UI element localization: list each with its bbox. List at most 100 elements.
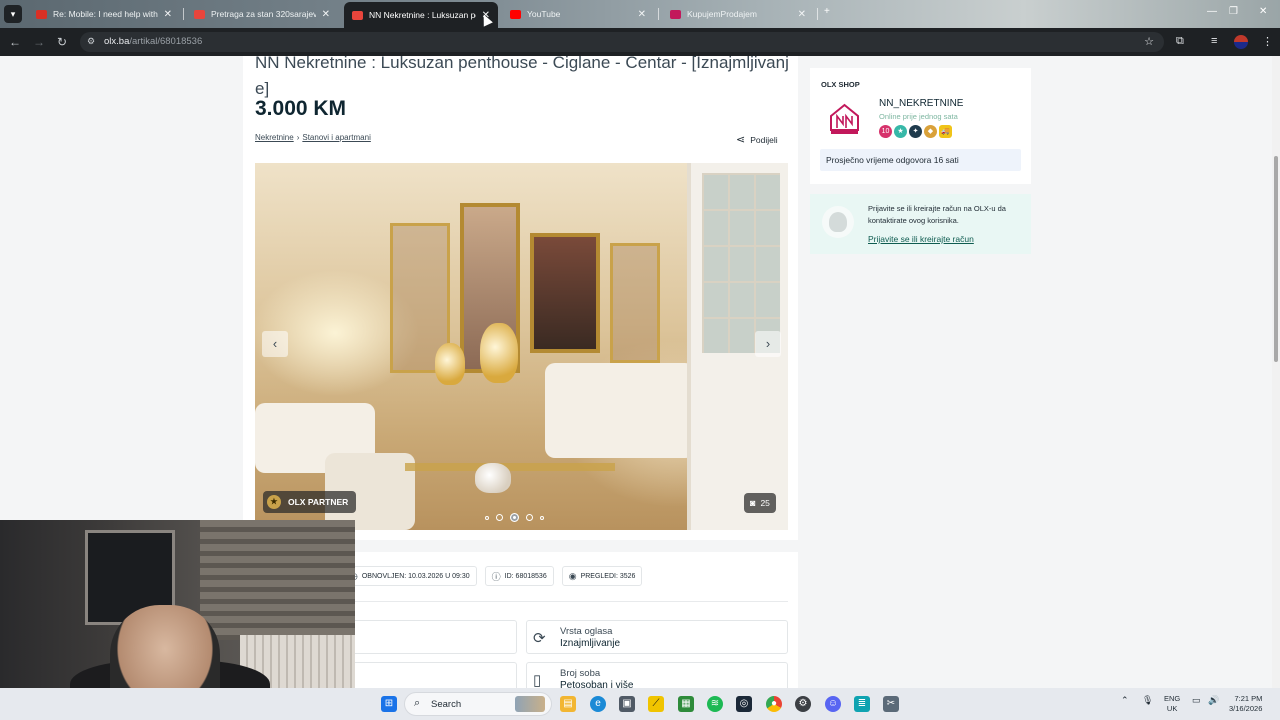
next-photo-button[interactable]: › <box>755 331 781 357</box>
share-button[interactable]: ⋖ Podijeli <box>736 133 778 146</box>
renewed-text: OBNOVLJEN: 10.03.2026 U 09:30 <box>361 572 470 580</box>
reload-icon[interactable]: ↻ <box>57 35 67 49</box>
bookmark-star-icon[interactable]: ☆ <box>1144 35 1154 48</box>
seller-badges: 10 ★ ✦ ◆ 🚚 <box>879 125 952 138</box>
tab-gmail[interactable]: Re: Mobile: I need help with [se ✕ <box>28 3 180 25</box>
address-bar-row: ← → ↻ ⚙ olx.ba/artikal/68018536 ☆ ⧉ ≡ ⋮ <box>0 28 1280 56</box>
new-tab-icon[interactable]: + <box>824 6 830 17</box>
tab-youtube[interactable]: YouTube ✕ <box>502 3 654 25</box>
url-field[interactable]: ⚙ olx.ba/artikal/68018536 ☆ <box>80 32 1164 52</box>
close-icon[interactable]: ✕ <box>638 9 646 20</box>
store-icon[interactable]: ▣ <box>619 696 635 712</box>
site-info-icon[interactable]: ⚙ <box>87 36 95 47</box>
tab-title: Re: Mobile: I need help with [se <box>53 9 158 19</box>
seller-status: Online prije jednog sata <box>879 112 958 121</box>
back-icon[interactable]: ← <box>9 35 21 49</box>
carousel-dot[interactable] <box>526 514 533 521</box>
ide-icon[interactable]: ⟋ <box>648 696 664 712</box>
vase <box>480 323 518 383</box>
file-explorer-icon[interactable]: ▤ <box>560 696 576 712</box>
kp-icon <box>670 9 681 19</box>
listing-meta-row: ◷ OBNOVLJEN: 10.03.2026 U 09:30 ⓘ ID: 68… <box>343 566 643 586</box>
carousel-dot[interactable] <box>540 515 544 520</box>
listing-photo[interactable]: ‹ › ★ OLX PARTNER ◙ 25 <box>255 163 788 530</box>
response-time: Prosječno vrijeme odgovora 16 sati <box>820 149 1021 171</box>
more-menu-icon[interactable]: ⋮ <box>1262 35 1273 48</box>
taskbar-clock[interactable]: 7:21 PM 3/16/2026 <box>1229 694 1262 714</box>
windows-taskbar: ⊞ ⌕ Search ▤ e ▣ ⟋ ▦ ≋ ◎ ● ⚙ ☺ ≣ ✂ ⌃ 🎙 E… <box>0 688 1280 720</box>
share-label: Podijeli <box>750 134 778 145</box>
webcam-person-head <box>110 605 220 688</box>
tray-overflow-icon[interactable]: ⌃ <box>1121 695 1129 706</box>
login-link[interactable]: Prijavite se ili kreirajte račun <box>868 234 974 244</box>
door-panes <box>702 173 780 353</box>
tab-kupujemprodajem[interactable]: KupujemProdajem ✕ <box>662 3 814 25</box>
chevron-right-icon: › <box>296 133 300 142</box>
breadcrumb-stanovi[interactable]: Stanovi i apartmani <box>302 133 370 142</box>
volume-icon[interactable]: 🔊 <box>1208 695 1219 706</box>
page-scrollbar[interactable] <box>1272 56 1280 688</box>
browser-tab-strip: ▾ Re: Mobile: I need help with [se ✕ Pre… <box>0 0 1280 28</box>
gmail-icon <box>36 9 47 19</box>
attribute-broj-soba: ▯ Broj soba Petosoban i više <box>526 662 788 688</box>
listing-title: NN Nekretnine : Luksuzan penthouse - Cig… <box>255 56 789 98</box>
minimize-icon[interactable]: — <box>1207 6 1217 17</box>
microphone-icon[interactable]: 🎙 <box>1142 695 1153 706</box>
tab-pretraga[interactable]: Pretraga za stan 320sarajevo ✕ <box>186 3 338 25</box>
carousel-dot[interactable] <box>510 513 519 522</box>
vase <box>435 343 465 385</box>
breadcrumb-nekretnine[interactable]: Nekretnine <box>255 133 294 142</box>
verified-badge-icon: ★ <box>894 125 907 138</box>
seller-name[interactable]: NN_NEKRETNINE <box>879 98 963 109</box>
listing-price: 3.000 KM <box>255 97 347 120</box>
taskbar-search[interactable]: ⌕ Search <box>404 692 552 716</box>
photo-pagination[interactable] <box>485 513 544 522</box>
spotify-icon[interactable]: ≋ <box>707 696 723 712</box>
forward-icon[interactable]: → <box>33 35 45 49</box>
reading-list-icon[interactable]: ≡ <box>1211 35 1217 47</box>
network-icon[interactable]: ▭ <box>1192 695 1201 706</box>
seller-card: OLX SHOP NN_NEKRETNINE Online prije jedn… <box>810 68 1031 184</box>
search-highlight-image <box>515 696 545 712</box>
tab-title: YouTube <box>527 9 561 19</box>
close-icon[interactable]: ✕ <box>322 9 330 20</box>
discord-icon[interactable]: ☺ <box>825 696 841 712</box>
breadcrumb: Nekretnine › Stanovi i apartmani <box>255 133 371 142</box>
notepad-icon[interactable]: ≣ <box>854 696 870 712</box>
carousel-dot[interactable] <box>496 514 503 521</box>
minecraft-icon[interactable]: ▦ <box>678 696 694 712</box>
snipping-tool-icon[interactable]: ✂ <box>883 696 899 712</box>
url-text: olx.ba/artikal/68018536 <box>104 36 203 47</box>
table-bowl <box>475 463 511 493</box>
tab-title: KupujemProdajem <box>687 9 757 19</box>
edge-icon[interactable]: e <box>590 696 606 712</box>
windows-start-icon[interactable]: ⊞ <box>381 696 397 712</box>
close-icon[interactable]: ✕ <box>164 9 172 20</box>
chrome-icon[interactable]: ● <box>766 696 782 712</box>
attribute-key: Broj soba <box>560 668 601 679</box>
close-icon[interactable]: ✕ <box>798 9 806 20</box>
sofa-right <box>545 363 695 458</box>
steam-icon[interactable]: ◎ <box>736 696 752 712</box>
tab-nn-nekretnine[interactable]: NN Nekretnine : Luksuzan pent ✕ <box>344 2 498 28</box>
profile-avatar[interactable] <box>1234 35 1248 49</box>
maximize-icon[interactable]: ❐ <box>1229 6 1238 17</box>
language-indicator[interactable]: ENG UK <box>1164 694 1180 714</box>
scrollbar-thumb[interactable] <box>1274 156 1278 362</box>
tab-search-button[interactable]: ▾ <box>4 5 22 23</box>
search-icon: ⌕ <box>414 697 421 709</box>
carousel-dot[interactable] <box>485 515 489 520</box>
share-icon: ⋖ <box>736 134 746 146</box>
language-region: UK <box>1166 704 1178 713</box>
window-close-icon[interactable]: ✕ <box>1259 6 1267 17</box>
github-icon[interactable]: ⚙ <box>795 696 811 712</box>
delivery-badge-icon: 🚚 <box>939 125 952 138</box>
nn-nekretnine-logo[interactable] <box>829 102 860 135</box>
tab-title: NN Nekretnine : Luksuzan pent <box>369 10 476 20</box>
extensions-icon[interactable]: ⧉ <box>1176 35 1184 48</box>
olx-partner-badge: ★ OLX PARTNER <box>263 491 357 513</box>
tab-title: Pretraga za stan 320sarajevo <box>211 9 316 19</box>
id-chip: ⓘ ID: 68018536 <box>484 566 554 586</box>
id-text: ID: 68018536 <box>504 572 547 580</box>
prev-photo-button[interactable]: ‹ <box>262 331 288 357</box>
